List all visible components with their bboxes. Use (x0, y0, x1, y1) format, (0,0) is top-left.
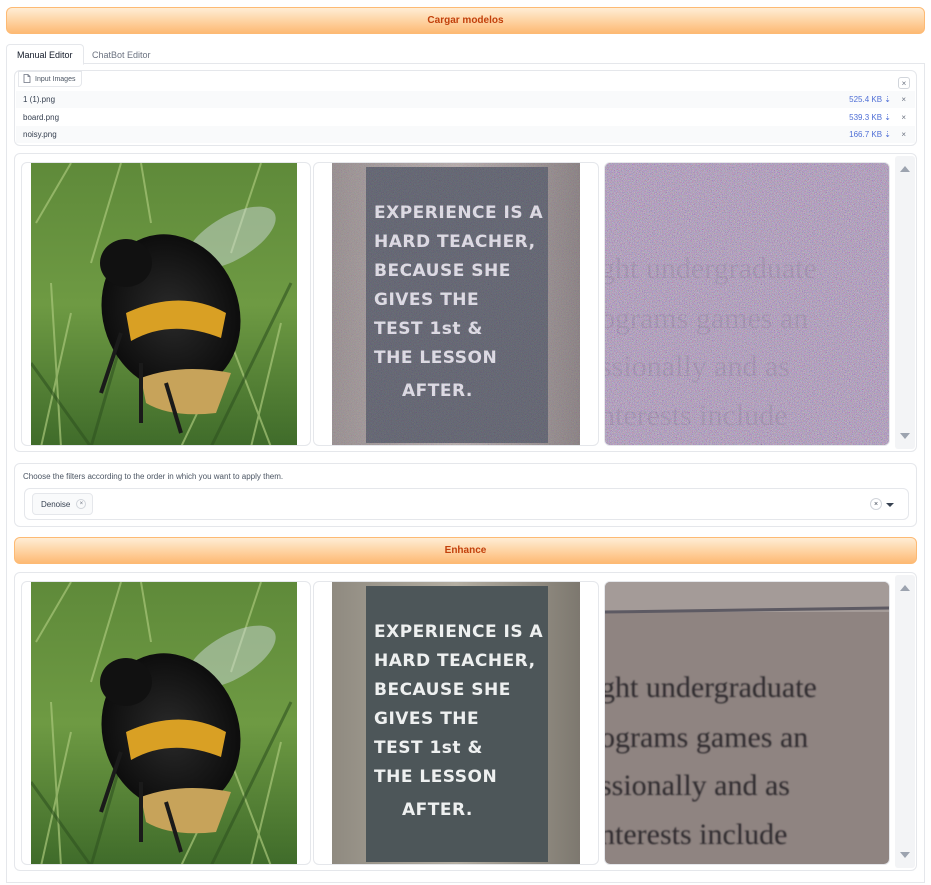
input-images-label-text: Input Images (35, 75, 76, 83)
input-images-upload[interactable]: Input Images × 1 (1).png 525.4 KB ⇣ × bo… (14, 70, 917, 146)
remove-chip-icon[interactable]: × (76, 499, 87, 509)
bee-enhanced-image (31, 582, 297, 864)
denoised-text-image: ght undergraduate ograms games an ssiona… (605, 582, 889, 864)
filters-multiselect[interactable]: Denoise × × (24, 488, 909, 520)
chevron-down-icon[interactable] (886, 503, 894, 507)
chalkboard-image: EXPERIENCE IS A HARD TEACHER, BECAUSE SH… (332, 163, 580, 445)
chalkboard-enhanced-image: EXPERIENCE IS A HARD TEACHER, BECAUSE SH… (332, 582, 580, 864)
file-row: noisy.png 166.7 KB ⇣ × (16, 126, 915, 143)
filter-chip-label: Denoise (41, 499, 71, 509)
load-models-button[interactable]: Cargar modelos (6, 7, 925, 34)
remove-file-button[interactable]: × (901, 95, 906, 104)
gallery-scrollbar[interactable] (895, 575, 915, 868)
svg-text:THE LESSON: THE LESSON (374, 767, 497, 787)
filters-label: Choose the filters according to the orde… (23, 472, 284, 481)
svg-text:nterests include: nterests include (605, 818, 787, 851)
enhance-button[interactable]: Enhance (14, 537, 917, 564)
filter-chip-denoise: Denoise × (32, 493, 94, 515)
file-row: 1 (1).png 525.4 KB ⇣ × (16, 91, 915, 108)
gallery-image-noisy-text[interactable]: ght undergraduate ograms games an ssiona… (604, 162, 890, 446)
filters-dropdown-block: Choose the filters according to the orde… (14, 463, 917, 527)
input-gallery: EXPERIENCE IS A HARD TEACHER, BECAUSE SH… (14, 153, 917, 452)
gallery-image-chalkboard-enhanced[interactable]: EXPERIENCE IS A HARD TEACHER, BECAUSE SH… (313, 581, 599, 865)
file-name: board.png (23, 113, 60, 122)
remove-file-button[interactable]: × (901, 113, 906, 122)
svg-text:AFTER.: AFTER. (402, 800, 473, 820)
scroll-up-arrow[interactable] (900, 585, 910, 591)
tab-manual-editor[interactable]: Manual Editor (6, 44, 84, 65)
svg-text:HARD TEACHER,: HARD TEACHER, (374, 651, 536, 671)
file-download-link[interactable]: 539.3 KB ⇣ (849, 113, 891, 122)
svg-text:EXPERIENCE IS A: EXPERIENCE IS A (374, 622, 544, 642)
gallery-image-bee[interactable] (21, 162, 311, 446)
output-gallery: EXPERIENCE IS A HARD TEACHER, BECAUSE SH… (14, 572, 917, 871)
svg-text:TEST 1st &: TEST 1st & (374, 738, 483, 758)
editor-tabs: Manual Editor ChatBot Editor (6, 44, 925, 65)
clear-filters-icon[interactable]: × (870, 498, 882, 510)
remove-file-button[interactable]: × (901, 130, 906, 139)
noisy-text-image: ght undergraduate ograms games an ssiona… (605, 163, 889, 445)
gallery-image-text-denoised[interactable]: ght undergraduate ograms games an ssiona… (604, 581, 890, 865)
svg-text:BECAUSE SHE: BECAUSE SHE (374, 680, 511, 700)
input-images-label: Input Images (18, 71, 83, 87)
gallery-scrollbar[interactable] (895, 156, 915, 449)
file-download-link[interactable]: 166.7 KB ⇣ (849, 130, 891, 139)
scroll-down-arrow[interactable] (900, 852, 910, 858)
svg-text:ograms games an: ograms games an (605, 721, 808, 754)
scroll-down-arrow[interactable] (900, 433, 910, 439)
gallery-image-bee-enhanced[interactable] (21, 581, 311, 865)
file-name: 1 (1).png (23, 95, 56, 104)
file-icon (23, 73, 31, 85)
scroll-up-arrow[interactable] (900, 166, 910, 172)
file-name: noisy.png (23, 130, 57, 139)
svg-text:ssionally and as: ssionally and as (605, 769, 790, 802)
bee-image (31, 163, 297, 445)
gallery-image-chalkboard[interactable]: EXPERIENCE IS A HARD TEACHER, BECAUSE SH… (313, 162, 599, 446)
tab-chatbot-editor[interactable]: ChatBot Editor (82, 44, 161, 65)
file-row: board.png 539.3 KB ⇣ × (16, 109, 915, 126)
clear-files-button[interactable]: × (898, 77, 910, 89)
svg-text:ght undergraduate: ght undergraduate (605, 671, 817, 704)
svg-text:GIVES THE: GIVES THE (374, 709, 479, 729)
file-download-link[interactable]: 525.4 KB ⇣ (849, 95, 891, 104)
